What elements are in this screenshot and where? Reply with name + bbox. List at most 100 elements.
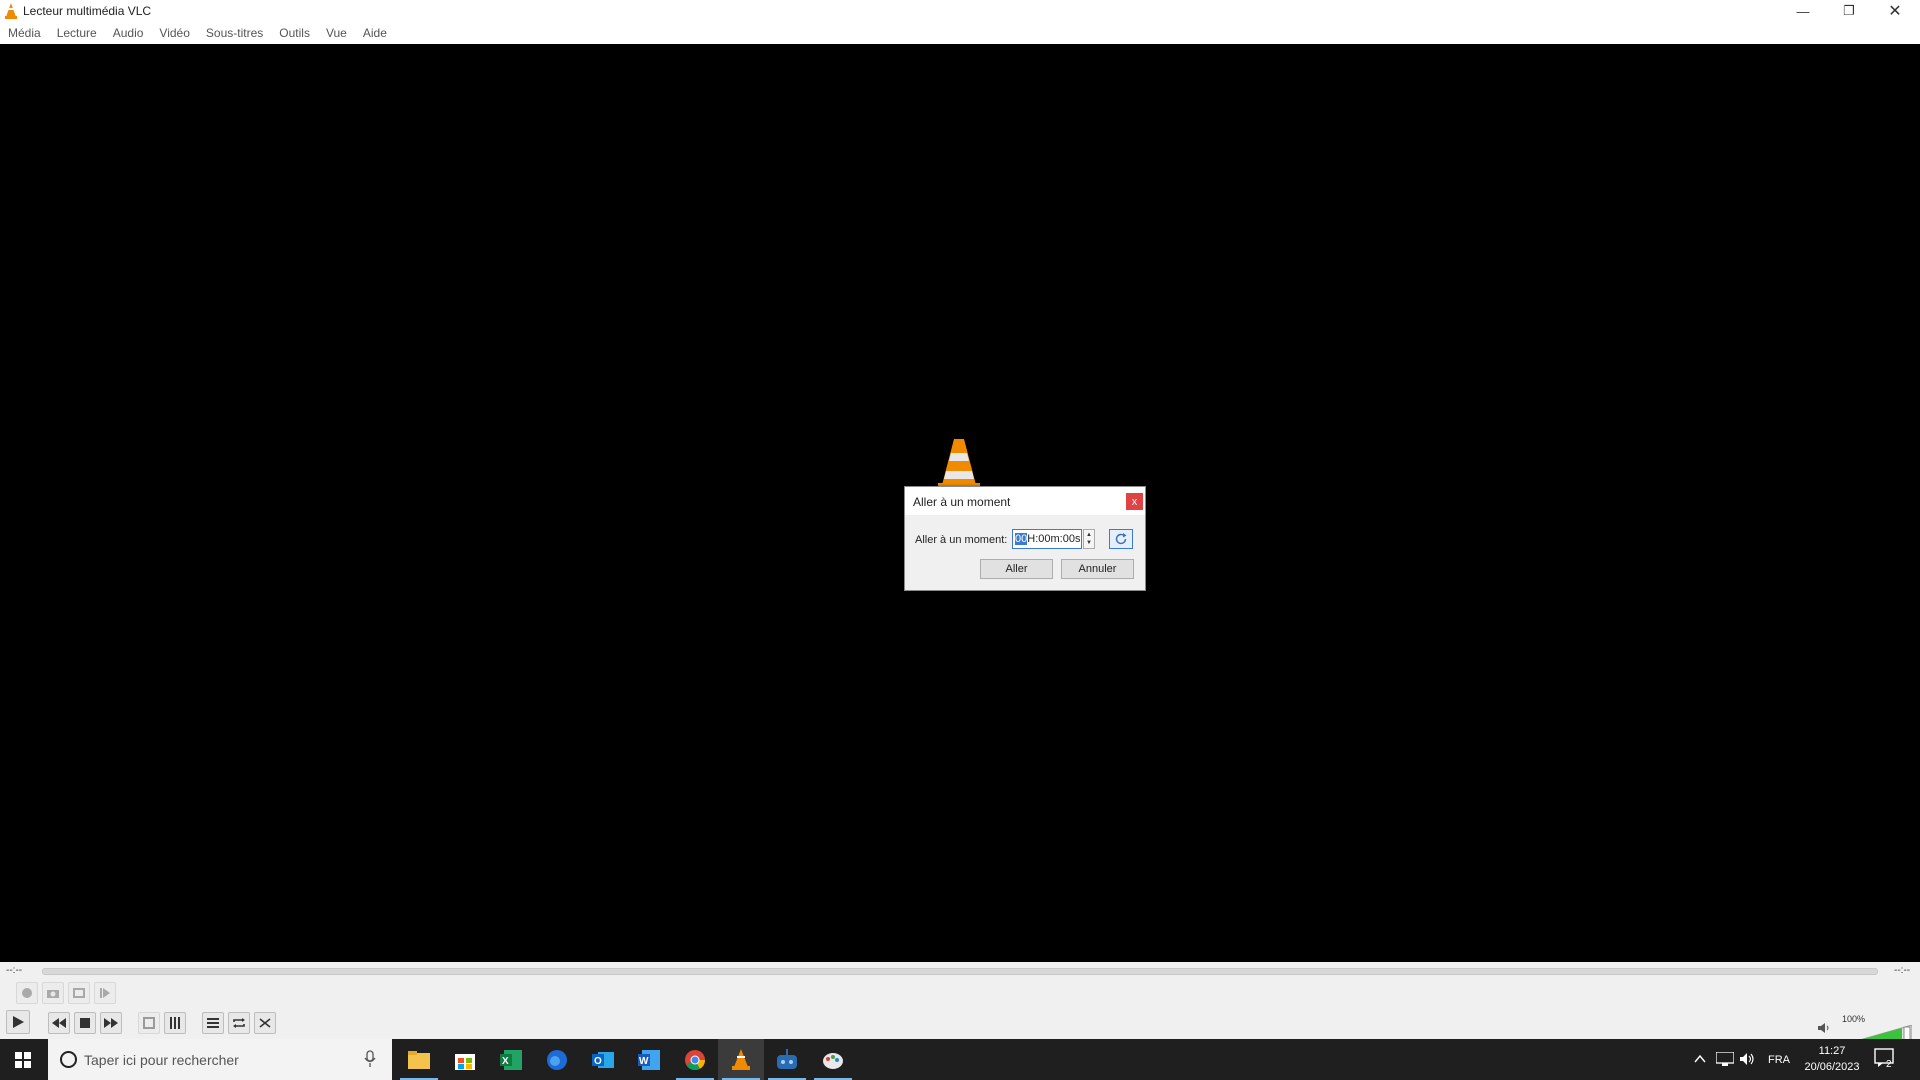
reset-time-button[interactable] [1109,529,1133,549]
refresh-icon [1115,533,1127,545]
robot-icon [777,1048,797,1069]
fullscreen-icon [143,1017,155,1029]
clock[interactable]: 11:27 20/06/2023 [1796,1043,1868,1075]
camera-icon [47,990,59,998]
taskbar: Taper ici pour rechercher X O W FRA 11:2… [0,1039,1920,1080]
time-field-label: Aller à un moment: [915,534,1008,546]
equalizer-icon [170,1017,180,1029]
taskbar-robot-app[interactable] [764,1039,810,1080]
vlc-window: Lecteur multimédia VLC — ❐ ✕ Média Lectu… [0,0,1920,1045]
speaker-icon[interactable] [1818,1022,1832,1034]
menu-media[interactable]: Média [2,22,47,44]
taskbar-file-explorer[interactable] [396,1039,442,1080]
record-button[interactable] [16,982,38,1004]
goto-time-dialog: Aller à un moment x Aller à un moment: 0… [904,486,1146,591]
shuffle-button[interactable] [254,1012,276,1034]
loop-button[interactable] [228,1012,250,1034]
clock-time: 11:27 [1818,1045,1846,1057]
play-icon [13,1016,24,1028]
loop-ab-icon [73,988,85,998]
vlc-taskbar-icon [732,1048,750,1070]
paint-icon [823,1052,843,1069]
microphone-icon[interactable] [364,1050,376,1068]
start-button[interactable] [0,1039,46,1080]
menu-help[interactable]: Aide [357,22,393,44]
svg-text:X: X [502,1056,509,1067]
extended-settings-button[interactable] [164,1012,186,1034]
taskbar-vlc[interactable] [718,1039,764,1080]
menu-video[interactable]: Vidéo [153,22,195,44]
show-hidden-icons-chevron-icon[interactable] [1694,1054,1706,1064]
windows-icon [15,1051,31,1068]
spin-up-icon[interactable]: ▲ [1086,531,1092,539]
stop-button[interactable] [74,1012,96,1034]
store-icon [455,1053,475,1070]
next-button[interactable] [100,1012,122,1034]
excel-icon: X [500,1049,522,1070]
next-icon [104,1018,118,1028]
cancel-button[interactable]: Annuler [1061,559,1134,579]
restore-button[interactable]: ❐ [1826,0,1872,22]
notification-icon: 2 [1874,1048,1894,1070]
loop-ab-button[interactable] [68,982,90,1004]
title-bar: Lecteur multimédia VLC — ❐ ✕ [0,0,1920,22]
window-title: Lecteur multimédia VLC [23,4,152,18]
shuffle-icon [259,1018,271,1028]
vlc-icon [5,3,17,19]
volume-percent: 100% [1842,1014,1866,1024]
taskbar-outlook[interactable]: O [580,1039,626,1080]
taskbar-search[interactable]: Taper ici pour rechercher [48,1039,392,1080]
dialog-title: Aller à un moment [913,495,1011,509]
notification-count: 2 [1886,1059,1892,1069]
spin-down-icon[interactable]: ▼ [1086,539,1092,547]
time-hours-selected: 00 [1015,533,1028,545]
go-button[interactable]: Aller [980,559,1053,579]
menu-playback[interactable]: Lecture [51,22,103,44]
taskbar-paint[interactable] [810,1039,856,1080]
outlook-icon: O [592,1051,614,1068]
menu-subtitles[interactable]: Sous-titres [200,22,269,44]
time-spinner[interactable]: ▲ ▼ [1083,529,1095,549]
network-icon[interactable] [1716,1052,1734,1066]
menu-bar: Média Lecture Audio Vidéo Sous-titres Ou… [0,22,1920,44]
minimize-button[interactable]: — [1780,0,1826,22]
svg-text:W: W [639,1056,649,1067]
stop-icon [80,1018,90,1028]
previous-icon [52,1018,66,1028]
frame-step-icon [100,988,110,998]
remaining-time: --:-- [1894,965,1911,976]
dialog-close-button[interactable]: x [1126,493,1143,510]
svg-text:O: O [594,1056,602,1067]
folder-icon [408,1050,430,1069]
taskbar-excel[interactable]: X [488,1039,534,1080]
frame-step-button[interactable] [94,982,116,1004]
chrome-icon [685,1049,706,1070]
close-window-button[interactable]: ✕ [1872,0,1918,22]
time-input[interactable]: 00H:00m:00s [1012,529,1082,549]
taskbar-firefox[interactable] [534,1039,580,1080]
volume-tray-icon[interactable] [1740,1052,1756,1066]
dialog-title-bar: Aller à un moment x [905,487,1145,515]
playback-controls: --:-- --:-- 100% [0,962,1920,1045]
record-icon [22,988,32,998]
notification-center-button[interactable]: 2 [1874,1047,1896,1074]
menu-tools[interactable]: Outils [273,22,316,44]
playlist-button[interactable] [202,1012,224,1034]
elapsed-time: --:-- [6,965,23,976]
word-icon: W [638,1049,660,1070]
language-indicator[interactable]: FRA [1768,1039,1790,1080]
firefox-icon [547,1049,567,1070]
taskbar-chrome[interactable] [672,1039,718,1080]
snapshot-button[interactable] [42,982,64,1004]
taskbar-store[interactable] [442,1039,488,1080]
search-icon [60,1051,77,1068]
seek-bar[interactable] [42,968,1878,975]
play-button[interactable] [6,1010,30,1034]
previous-button[interactable] [48,1012,70,1034]
time-rest: H:00m:00s [1027,533,1081,545]
menu-audio[interactable]: Audio [107,22,150,44]
taskbar-word[interactable]: W [626,1039,672,1080]
fullscreen-button[interactable] [138,1012,160,1034]
menu-view[interactable]: Vue [320,22,353,44]
loop-icon [233,1018,245,1028]
